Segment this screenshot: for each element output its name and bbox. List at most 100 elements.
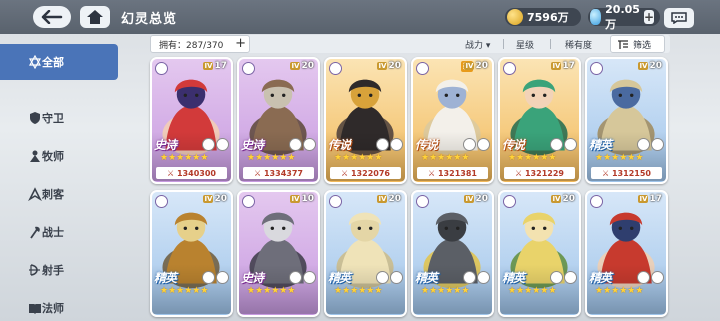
element-icon — [202, 271, 215, 284]
filter-button[interactable]: 筛选 — [610, 35, 665, 53]
element-icon — [289, 138, 302, 151]
element-icon — [376, 138, 389, 151]
hero-card[interactable]: IV 17 传说 ★★★★★★ ⚔ 1321229 — [498, 57, 581, 184]
rarity-label: 精英 — [415, 271, 438, 285]
sidebar-item-label: 刺客 — [42, 188, 64, 201]
hero-card[interactable]: IV 20 精英 ★★★★★★ — [411, 190, 494, 317]
star-of-david-icon — [28, 55, 42, 69]
level-label: IV 20 — [464, 61, 488, 71]
sort-by-star[interactable]: 星级 — [516, 38, 534, 51]
sidebar-item-label: 战士 — [42, 226, 64, 239]
hero-card[interactable]: 新IV20传说★★★★★★⚔ 1321381 — [411, 57, 494, 184]
hero-card[interactable]: IV 20 精英 ★★★★★★ — [498, 190, 581, 317]
sidebar-item-warrior[interactable]: 战士 — [0, 214, 122, 250]
page-title: 幻灵总览 — [121, 12, 178, 27]
faction-icon — [590, 195, 603, 208]
class-sidebar: 全部 守卫 牧师 刺客 战士 射手 法师 — [0, 44, 122, 321]
rarity-label: 精英 — [328, 271, 351, 285]
rarity-label: 精英 — [589, 138, 612, 152]
faction-icon — [329, 195, 342, 208]
level-label: IV 17 — [551, 61, 575, 71]
expand-storage-plus-icon[interactable]: + — [235, 37, 246, 51]
element-icon — [637, 271, 650, 284]
faction-icon — [155, 62, 168, 75]
skill-icon — [651, 138, 664, 151]
power-value: ⚔ 1322076 — [330, 167, 401, 179]
add-gems-button[interactable]: + — [643, 10, 654, 24]
rarity-label: 精英 — [502, 271, 525, 285]
element-icon — [463, 271, 476, 284]
faction-icon — [242, 195, 255, 208]
star-rating: ★★★★★★ — [421, 286, 470, 296]
owned-count[interactable]: 拥有：287/370 + — [150, 35, 250, 53]
sidebar-item-mage[interactable]: 法师 — [0, 290, 122, 321]
hero-card[interactable]: IV 20 史诗 ★★★★★★ ⚔ 1334377 — [237, 57, 320, 184]
hero-portrait — [239, 79, 318, 181]
hero-portrait — [152, 212, 231, 314]
level-label: IV 20 — [551, 194, 575, 204]
hero-card[interactable]: IV 20 精英 ★★★★★★ ⚔ 1312150 — [585, 57, 668, 184]
faction-icon — [416, 195, 429, 208]
skill-icon — [303, 271, 316, 284]
sidebar-item-label: 法师 — [42, 302, 64, 315]
axe-icon — [30, 226, 40, 239]
home-icon — [87, 10, 103, 24]
skill-icon — [477, 271, 490, 284]
hero-card[interactable]: IV 20 精英 ★★★★★★ — [324, 190, 407, 317]
hero-portrait — [587, 79, 666, 181]
rarity-label: 传说 — [415, 138, 438, 152]
element-icon — [550, 271, 563, 284]
element-icon — [550, 138, 563, 151]
hero-portrait — [152, 79, 231, 181]
skill-icon — [216, 138, 229, 151]
power-value: ⚔ 1334377 — [243, 167, 314, 179]
hero-portrait — [239, 212, 318, 314]
divider — [550, 39, 551, 49]
hero-card[interactable]: IV 17 精英 ★★★★★★ — [585, 190, 668, 317]
faction-icon — [155, 195, 168, 208]
star-rating: ★★★★★★ — [595, 153, 644, 163]
faction-icon — [503, 195, 516, 208]
hero-card[interactable]: IV 20 精英 ★★★★★★ — [150, 190, 233, 317]
hero-card[interactable]: IV 10 史诗 ★★★★★★ — [237, 190, 320, 317]
filter-label: 筛选 — [633, 40, 652, 51]
element-icon — [637, 138, 650, 151]
hero-portrait — [326, 79, 405, 181]
skill-icon — [651, 271, 664, 284]
gem-icon — [590, 9, 602, 25]
sort-filter-bar: 拥有：287/370 + 战力 ▾ 星级 稀有度 筛选 — [150, 35, 670, 53]
sidebar-item-archer[interactable]: 射手 — [0, 252, 122, 288]
rarity-label: 精英 — [154, 271, 177, 285]
power-value: ⚔ 1321381 — [417, 167, 488, 179]
hero-card[interactable]: IV 17 史诗 ★★★★★★ ⚔ 1340300 — [150, 57, 233, 184]
sort-by-rarity[interactable]: 稀有度 — [565, 38, 592, 51]
skill-icon — [564, 138, 577, 151]
divider — [503, 39, 504, 49]
rarity-label: 传说 — [502, 138, 525, 152]
star-rating: ★★★★★★ — [508, 286, 557, 296]
sort-by-power[interactable]: 战力 ▾ — [465, 38, 490, 51]
gem-counter: 20.05万 + — [588, 3, 660, 31]
hero-card[interactable]: IV 20 传说 ★★★★★★ ⚔ 1322076 — [324, 57, 407, 184]
gold-counter: 7596万 — [505, 8, 581, 26]
level-label: IV 20 — [377, 61, 401, 71]
sidebar-item-guard[interactable]: 守卫 — [0, 100, 122, 136]
level-label: IV 20 — [464, 194, 488, 204]
hero-portrait — [326, 212, 405, 314]
sidebar-item-all[interactable]: 全部 — [0, 44, 118, 80]
element-icon — [289, 271, 302, 284]
faction-icon — [590, 62, 603, 75]
dagger-icon — [28, 187, 42, 201]
level-label: IV 20 — [290, 61, 314, 71]
sidebar-item-priest[interactable]: 牧师 — [0, 138, 122, 174]
back-button[interactable] — [33, 6, 71, 28]
sidebar-item-label: 牧师 — [42, 150, 64, 163]
rarity-label: 传说 — [328, 138, 351, 152]
level-label: IV 17 — [638, 194, 662, 204]
element-icon — [376, 271, 389, 284]
home-button[interactable] — [80, 6, 110, 28]
spellbook-icon — [29, 304, 41, 314]
sidebar-item-assassin[interactable]: 刺客 — [0, 176, 122, 212]
hero-portrait — [587, 212, 666, 314]
chat-button[interactable] — [664, 8, 694, 28]
